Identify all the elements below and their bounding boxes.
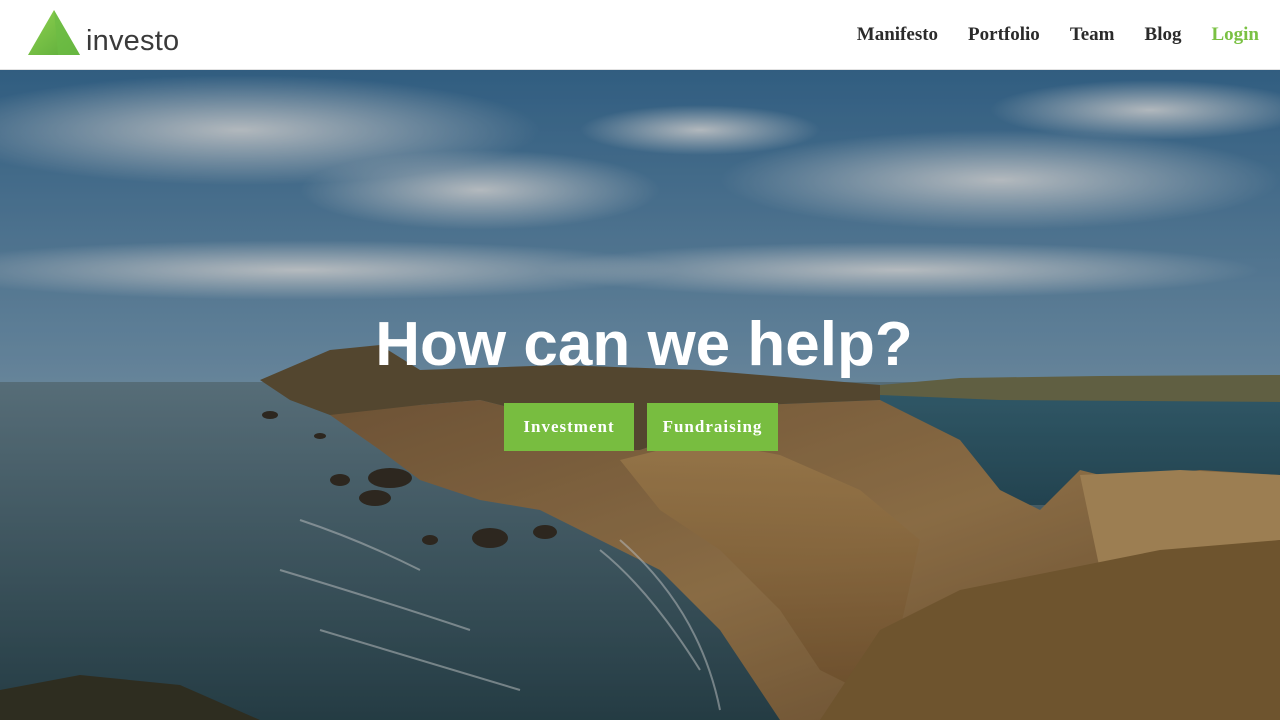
nav-item-blog[interactable]: Blog: [1145, 22, 1182, 48]
green-triangle-logo-icon: [28, 10, 80, 55]
fundraising-button[interactable]: Fundraising: [647, 403, 778, 451]
nav-item-team[interactable]: Team: [1070, 22, 1115, 48]
logo-link[interactable]: investo: [28, 10, 179, 56]
logo-wordmark: investo: [86, 25, 180, 57]
site-header: investo Manifesto Portfolio Team Blog Lo…: [0, 0, 1280, 70]
nav-item-portfolio[interactable]: Portfolio: [968, 22, 1040, 48]
nav-item-manifesto[interactable]: Manifesto: [857, 22, 938, 48]
hero-dark-overlay: [0, 70, 1280, 720]
hero-title: How can we help?: [375, 310, 913, 379]
hero-button-group: Investment Fundraising: [504, 403, 778, 451]
main-nav: Manifesto Portfolio Team Blog Login: [827, 22, 1259, 48]
login-link[interactable]: Login: [1211, 22, 1259, 48]
hero-section: How can we help? Investment Fundraising: [0, 70, 1280, 720]
investment-button[interactable]: Investment: [504, 403, 634, 451]
